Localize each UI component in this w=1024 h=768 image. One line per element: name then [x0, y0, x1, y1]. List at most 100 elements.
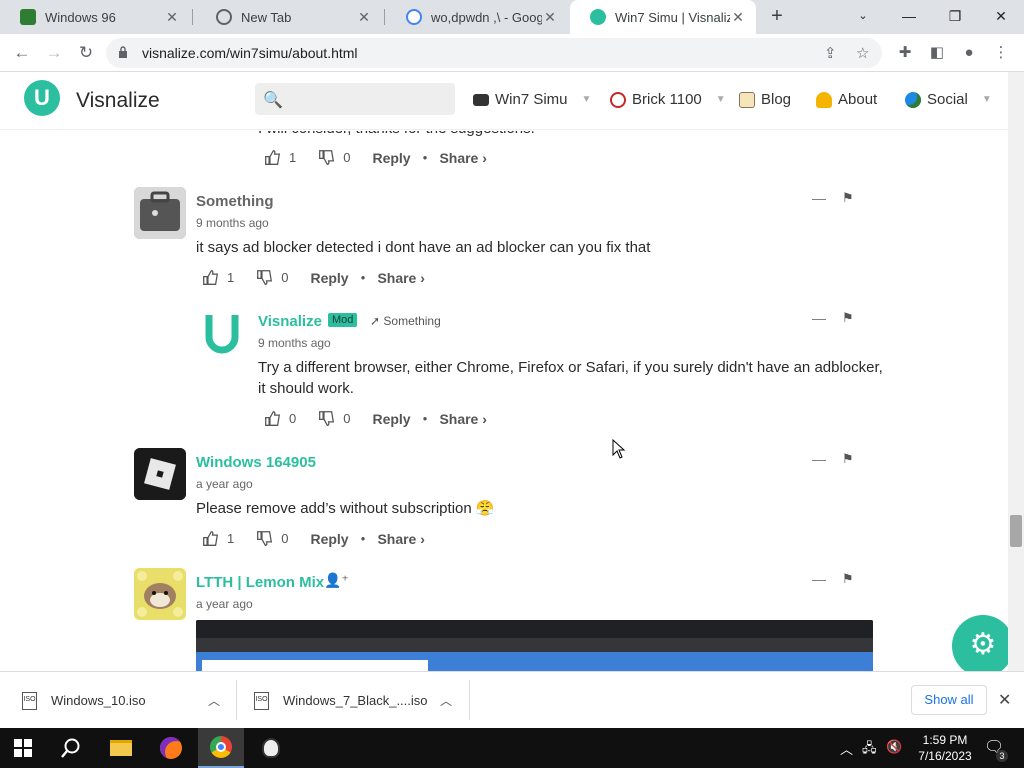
chrome-taskbar-icon[interactable]: [198, 728, 244, 768]
minimize-window-icon[interactable]: —: [886, 0, 932, 34]
comment-author[interactable]: LTTH | Lemon Mix: [196, 574, 324, 591]
thumbs-up-icon[interactable]: [264, 410, 281, 427]
start-windows-icon[interactable]: [0, 728, 46, 768]
reply-button[interactable]: Reply: [372, 411, 410, 427]
roblox-avatar-icon: [134, 448, 186, 500]
download-item[interactable]: ISO Windows_7_Black_....iso ︿: [254, 672, 464, 729]
scrollbar-thumb[interactable]: [1010, 515, 1022, 547]
reload-icon[interactable]: ↻: [74, 42, 98, 64]
tab-google-search[interactable]: wo,dpwdn ,\ - Google ✕: [386, 0, 568, 34]
creature-icon: [262, 738, 280, 758]
share-button[interactable]: Share ›: [377, 270, 424, 286]
forward-arrow-icon[interactable]: →: [42, 42, 66, 64]
thumbs-up-icon[interactable]: [202, 269, 219, 286]
comment-timestamp[interactable]: a year ago: [196, 477, 253, 491]
like-count: 0: [289, 411, 297, 426]
menu-item-about[interactable]: About: [816, 91, 877, 108]
visnalize-logo-icon[interactable]: U: [24, 80, 60, 116]
menu-item-blog[interactable]: Blog: [739, 91, 791, 108]
collapse-comment-icon[interactable]: —: [812, 190, 826, 206]
side-panel-icon[interactable]: ◧: [926, 42, 948, 64]
volume-muted-icon[interactable]: 🔇: [886, 739, 902, 755]
close-shelf-icon[interactable]: ✕: [998, 690, 1011, 710]
menu-item-social[interactable]: Social ▼: [905, 91, 992, 108]
tab-search-chevron-icon[interactable]: ⌄: [840, 0, 886, 34]
avatar[interactable]: [134, 568, 186, 620]
tab-win7-simu[interactable]: Win7 Simu | Visnalize ✕: [570, 0, 756, 34]
firefox-icon[interactable]: [148, 728, 194, 768]
flag-comment-icon[interactable]: ⚑: [842, 571, 854, 587]
download-filename: Windows_10.iso: [51, 693, 146, 708]
dislike-count: 0: [343, 411, 351, 426]
iso-file-icon: ISO: [22, 691, 37, 710]
tab-windows-96[interactable]: Windows 96 ✕: [0, 0, 190, 34]
reply-button[interactable]: Reply: [310, 270, 348, 286]
thumbs-down-icon[interactable]: [318, 149, 335, 166]
share-button[interactable]: Share ›: [439, 411, 486, 427]
thumbs-up-icon[interactable]: [264, 149, 281, 166]
share-button[interactable]: Share ›: [377, 531, 424, 547]
reply-button[interactable]: Reply: [372, 150, 410, 166]
flag-comment-icon[interactable]: ⚑: [842, 451, 854, 467]
profile-avatar-icon[interactable]: ●: [958, 42, 980, 64]
comment-timestamp[interactable]: 9 months ago: [258, 336, 331, 350]
download-divider: [236, 680, 237, 720]
tab-title: Win7 Simu | Visnalize: [615, 9, 730, 25]
thumbs-up-icon[interactable]: [202, 530, 219, 547]
follow-user-icon[interactable]: 👤⁺: [324, 572, 349, 589]
collapse-comment-icon[interactable]: —: [812, 451, 826, 467]
system-clock[interactable]: 1:59 PM 7/16/2023: [912, 732, 978, 764]
comment-attached-screenshot[interactable]: [196, 620, 873, 671]
app-taskbar-icon[interactable]: [248, 728, 294, 768]
like-count: 1: [289, 150, 297, 165]
browser-menu-kebab-icon[interactable]: ⋮: [990, 42, 1012, 64]
show-all-downloads-button[interactable]: Show all: [911, 685, 987, 715]
page-scrollbar[interactable]: [1008, 72, 1024, 671]
comment-author[interactable]: Windows 164905: [196, 454, 316, 471]
tab-new-tab[interactable]: New Tab ✕: [196, 0, 382, 34]
flag-comment-icon[interactable]: ⚑: [842, 190, 854, 206]
comment-author[interactable]: Visnalize: [258, 313, 322, 330]
thumbs-down-icon[interactable]: [256, 530, 273, 547]
tab-close-icon[interactable]: ✕: [542, 9, 558, 26]
network-icon[interactable]: 🖧: [862, 739, 877, 761]
reply-button[interactable]: Reply: [310, 531, 348, 547]
thumbs-down-icon[interactable]: [256, 269, 273, 286]
tab-close-icon[interactable]: ✕: [164, 9, 180, 26]
avatar[interactable]: [196, 307, 248, 359]
download-shelf: ISO Windows_10.iso ︿ ISO Windows_7_Black…: [0, 671, 1024, 728]
reply-to-link[interactable]: ➚ Something: [370, 314, 441, 328]
close-window-icon[interactable]: ✕: [978, 0, 1024, 34]
comment-timestamp[interactable]: a year ago: [196, 597, 253, 611]
chevron-up-icon[interactable]: ︿: [440, 692, 452, 709]
bookmark-star-icon[interactable]: ☆: [856, 44, 869, 62]
avatar[interactable]: [134, 448, 186, 500]
show-hidden-icons-chevron-icon[interactable]: ︿: [840, 739, 853, 758]
comment-author[interactable]: Something: [196, 193, 274, 210]
share-button[interactable]: Share ›: [439, 150, 486, 166]
thumbs-down-icon[interactable]: [318, 410, 335, 427]
extensions-puzzle-icon[interactable]: ✚: [894, 42, 916, 64]
file-explorer-icon[interactable]: [98, 728, 144, 768]
taskbar-search-icon[interactable]: [48, 728, 94, 768]
back-arrow-icon[interactable]: ←: [10, 42, 34, 64]
avatar[interactable]: [134, 187, 186, 239]
collapse-comment-icon[interactable]: —: [812, 571, 826, 587]
share-page-icon[interactable]: ⇪: [824, 44, 837, 62]
comment-timestamp[interactable]: 9 months ago: [196, 216, 269, 230]
tab-close-icon[interactable]: ✕: [730, 9, 746, 26]
site-brand-name[interactable]: Visnalize: [76, 89, 160, 113]
menu-item-win7-simu[interactable]: Win7 Simu ▼: [473, 91, 591, 108]
address-bar[interactable]: visnalize.com/win7simu/about.html ⇪ ☆: [106, 38, 882, 68]
menu-item-brick-1100[interactable]: Brick 1100 ▼: [610, 91, 726, 108]
site-search-input[interactable]: 🔍: [255, 83, 455, 115]
tab-close-icon[interactable]: ✕: [356, 9, 372, 26]
settings-gear-button[interactable]: ⚙: [952, 615, 1014, 677]
chevron-up-icon[interactable]: ︿: [208, 692, 220, 709]
lock-icon: [119, 46, 127, 58]
flag-comment-icon[interactable]: ⚑: [842, 310, 854, 326]
collapse-comment-icon[interactable]: —: [812, 310, 826, 326]
restore-window-icon[interactable]: ❐: [932, 0, 978, 34]
download-item[interactable]: ISO Windows_10.iso ︿: [22, 672, 232, 729]
new-tab-plus-icon[interactable]: +: [766, 6, 788, 28]
